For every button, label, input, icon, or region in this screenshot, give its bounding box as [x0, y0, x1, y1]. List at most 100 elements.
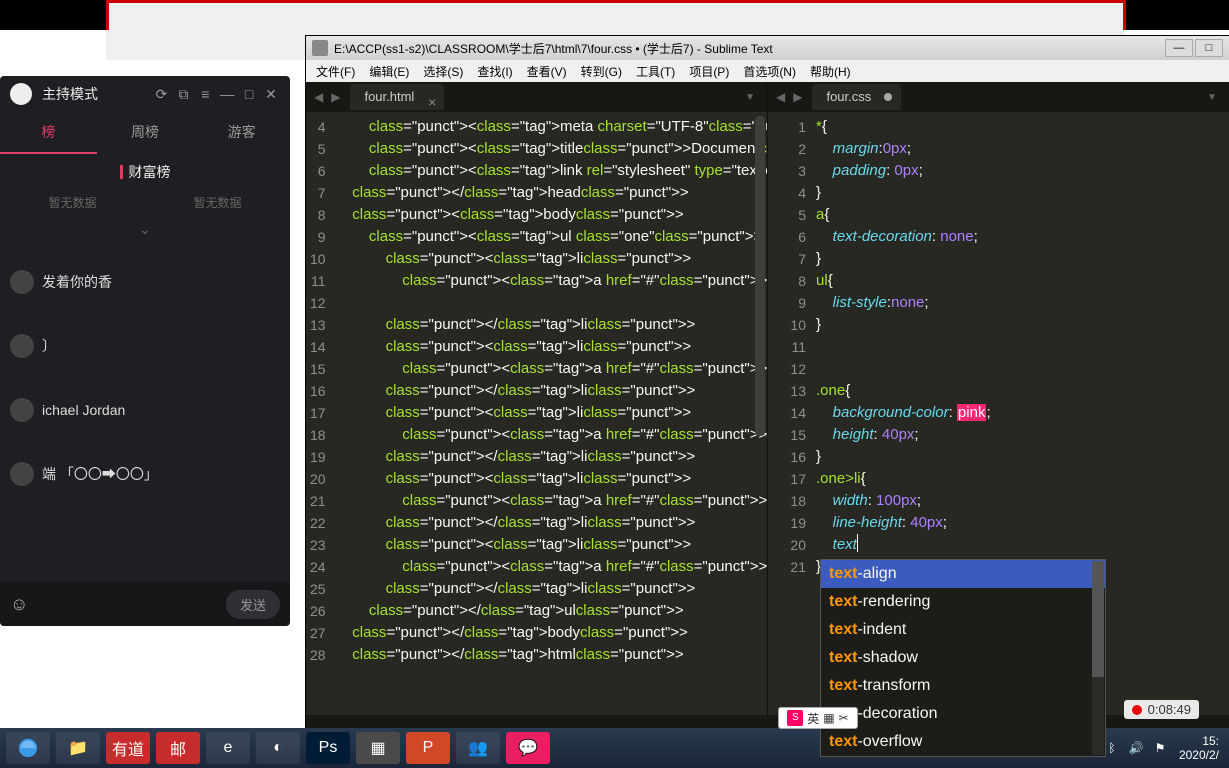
- minimize-button[interactable]: —: [1165, 39, 1193, 57]
- recording-time: 0:08:49: [1148, 702, 1191, 717]
- ime-extra-icon[interactable]: ▦: [823, 711, 834, 725]
- clock-date: 2020/2/: [1179, 748, 1219, 762]
- task-edge[interactable]: e: [206, 732, 250, 764]
- background-red-border: [106, 0, 1126, 30]
- tray-volume-icon[interactable]: 🔊: [1127, 739, 1145, 757]
- close-icon[interactable]: ✕: [262, 86, 280, 103]
- tab-weekly[interactable]: 周榜: [97, 112, 194, 154]
- tray-flag-icon[interactable]: ⚑: [1151, 739, 1169, 757]
- tab-bar-left: ◀ ▶ four.html × ▼: [306, 82, 767, 112]
- menu-help[interactable]: 帮助(H): [804, 61, 857, 82]
- chat-input-bar: ☺ 发送: [0, 582, 290, 626]
- tab-nav-left-icon[interactable]: ◀: [772, 90, 789, 104]
- chevron-down-icon[interactable]: ⌄: [0, 215, 290, 244]
- list-item: 〕: [10, 314, 280, 378]
- empty-right: 暂无数据: [145, 190, 290, 215]
- line-gutter: 4567891011121314151617181920212223242526…: [306, 112, 336, 715]
- editor-left[interactable]: 4567891011121314151617181920212223242526…: [306, 112, 767, 715]
- panel-window-controls: ⟳ ⧉ ≡ — □ ✕: [153, 86, 280, 103]
- panel-tabs: 榜 周榜 游客: [0, 112, 290, 154]
- task-mail[interactable]: 邮: [156, 732, 200, 764]
- bg-fragment: [1126, 0, 1229, 30]
- task-youdao[interactable]: 有道: [106, 732, 150, 764]
- app-icon: [312, 40, 328, 56]
- tab-guest[interactable]: 游客: [193, 112, 290, 154]
- message-list: 发着你的香 〕 ichael Jordan 端 「〇〇➡〇〇」: [0, 244, 290, 512]
- refresh-icon[interactable]: ⟳: [153, 86, 171, 103]
- line-gutter: 123456789101112131415161718192021: [768, 112, 816, 715]
- panel-titlebar: 主持模式 ⟳ ⧉ ≡ — □ ✕: [0, 76, 290, 112]
- menu-tools[interactable]: 工具(T): [630, 61, 681, 82]
- send-button[interactable]: 发送: [226, 590, 280, 619]
- clock-time: 15:: [1179, 734, 1219, 748]
- menu-select[interactable]: 选择(S): [417, 61, 469, 82]
- message-text: 端 「〇〇➡〇〇」: [42, 464, 158, 484]
- autocomplete-item[interactable]: text-indent: [821, 616, 1105, 644]
- menu-view[interactable]: 查看(V): [521, 61, 573, 82]
- start-button[interactable]: [6, 732, 50, 764]
- tab-nav-right-icon[interactable]: ▶: [327, 90, 344, 104]
- menu-edit[interactable]: 编辑(E): [363, 61, 415, 82]
- ime-crop-icon[interactable]: ✂: [839, 711, 849, 725]
- avatar: [10, 334, 34, 358]
- bg-fragment: [0, 0, 106, 30]
- autocomplete-item[interactable]: text-overflow: [821, 728, 1105, 756]
- tab-dropdown-icon[interactable]: ▼: [737, 92, 763, 103]
- tab-four-css[interactable]: four.css: [812, 84, 901, 110]
- left-pane: ◀ ▶ four.html × ▼ 4567891011121314151617…: [306, 82, 768, 715]
- tab-four-html[interactable]: four.html ×: [350, 84, 444, 110]
- recording-indicator: 0:08:49: [1124, 700, 1199, 719]
- autocomplete-item[interactable]: text-decoration: [821, 700, 1105, 728]
- tab-nav-right-icon[interactable]: ▶: [789, 90, 806, 104]
- menu-project[interactable]: 项目(P): [683, 61, 735, 82]
- tab-bar-right: ◀ ▶ four.css ▼: [768, 82, 1229, 112]
- menu-goto[interactable]: 转到(G): [575, 61, 628, 82]
- tab-label: four.css: [826, 89, 871, 104]
- task-app2[interactable]: 💬: [506, 732, 550, 764]
- menu-find[interactable]: 查找(I): [471, 61, 518, 82]
- window-titlebar[interactable]: E:\ACCP(ss1-s2)\CLASSROOM\学士后7\html\7\fo…: [306, 36, 1229, 60]
- menu-icon[interactable]: ≡: [196, 86, 214, 102]
- emoji-icon[interactable]: ☺: [10, 594, 28, 615]
- popout-icon[interactable]: ⧉: [174, 86, 192, 103]
- empty-left: 暂无数据: [0, 190, 145, 215]
- ime-mode[interactable]: 英: [807, 710, 819, 727]
- sogou-icon[interactable]: S: [787, 710, 803, 726]
- maximize-icon[interactable]: □: [240, 86, 258, 102]
- scrollbar[interactable]: [755, 116, 765, 436]
- message-text: 发着你的香: [42, 272, 112, 292]
- tab-label: four.html: [364, 89, 414, 104]
- menu-bar: 文件(F) 编辑(E) 选择(S) 查找(I) 查看(V) 转到(G) 工具(T…: [306, 60, 1229, 82]
- tab-dropdown-icon[interactable]: ▼: [1199, 92, 1225, 103]
- avatar: [10, 398, 34, 422]
- menu-file[interactable]: 文件(F): [310, 61, 361, 82]
- autocomplete-item[interactable]: text-transform: [821, 672, 1105, 700]
- sub-label: 财富榜: [0, 154, 290, 190]
- ime-toolbar[interactable]: S 英 ▦ ✂: [778, 707, 858, 729]
- list-item: 端 「〇〇➡〇〇」: [10, 442, 280, 506]
- window-title: E:\ACCP(ss1-s2)\CLASSROOM\学士后7\html\7\fo…: [334, 40, 1165, 57]
- message-text: 〕: [42, 336, 56, 356]
- task-chrome[interactable]: ◐: [256, 732, 300, 764]
- autocomplete-item[interactable]: text-align: [821, 560, 1105, 588]
- task-photoshop[interactable]: Ps: [306, 732, 350, 764]
- taskbar-clock[interactable]: 15: 2020/2/: [1175, 734, 1223, 762]
- tab-nav-left-icon[interactable]: ◀: [310, 90, 327, 104]
- code-area[interactable]: class="punct"><class="tag">meta charset=…: [336, 112, 767, 715]
- scrollbar[interactable]: [1092, 561, 1104, 755]
- maximize-button[interactable]: □: [1195, 39, 1223, 57]
- host-mode-panel: 主持模式 ⟳ ⧉ ≡ — □ ✕ 榜 周榜 游客 财富榜 暂无数据 暂无数据 ⌄…: [0, 76, 290, 626]
- tab-rank[interactable]: 榜: [0, 112, 97, 154]
- minimize-icon[interactable]: —: [218, 86, 236, 102]
- menu-prefs[interactable]: 首选项(N): [737, 61, 802, 82]
- task-app1[interactable]: 👥: [456, 732, 500, 764]
- autocomplete-item[interactable]: text-rendering: [821, 588, 1105, 616]
- autocomplete-item[interactable]: text-shadow: [821, 644, 1105, 672]
- autocomplete-popup: text-aligntext-renderingtext-indenttext-…: [820, 559, 1106, 757]
- empty-row: 暂无数据 暂无数据: [0, 190, 290, 215]
- task-sublime[interactable]: ▦: [356, 732, 400, 764]
- task-explorer[interactable]: 📁: [56, 732, 100, 764]
- panel-title: 主持模式: [42, 84, 143, 104]
- task-powerpoint[interactable]: P: [406, 732, 450, 764]
- record-dot-icon: [1132, 705, 1142, 715]
